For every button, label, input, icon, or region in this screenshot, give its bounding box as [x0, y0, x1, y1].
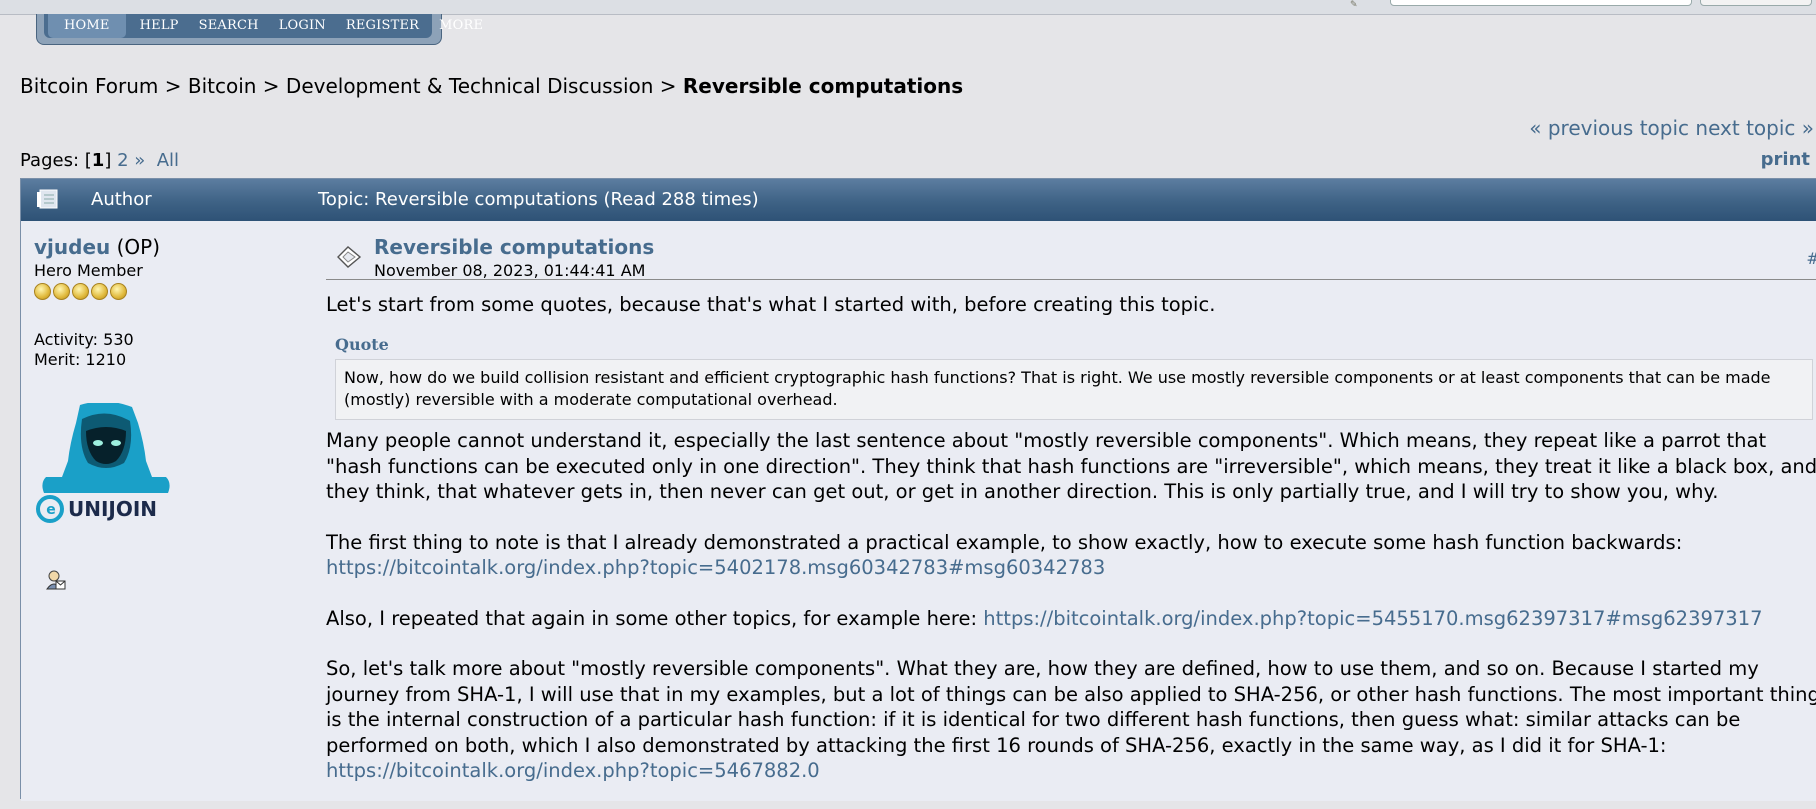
- poster-avatar: e UNIJOIN: [36, 403, 170, 523]
- previous-topic-link[interactable]: « previous topic: [1529, 116, 1689, 140]
- menu-search[interactable]: SEARCH: [189, 14, 269, 38]
- print-link[interactable]: print: [1761, 149, 1810, 170]
- post-paragraph-text: The first thing to note is that I alread…: [326, 530, 1683, 554]
- topic-column-header: Topic: Reversible computations (Read 288…: [318, 189, 759, 210]
- breadcrumb-child-board[interactable]: Development & Technical Discussion: [286, 74, 654, 98]
- svg-text:e: e: [46, 502, 56, 518]
- poster-name-line: vjudeu (OP): [34, 235, 304, 259]
- post-paragraph: Also, I repeated that again in some othe…: [326, 606, 1816, 632]
- quote-header-link[interactable]: Quote: [335, 332, 1816, 358]
- breadcrumb-separator: >: [262, 74, 280, 98]
- pages-label: Pages:: [20, 150, 80, 171]
- all-pages-link[interactable]: All: [157, 150, 179, 171]
- post-body: Let's start from some quotes, because th…: [326, 292, 1816, 784]
- star-icon: [53, 283, 70, 300]
- post-link[interactable]: https://bitcointalk.org/index.php?topic=…: [326, 759, 820, 782]
- poster-merit: Merit: 1210: [34, 350, 127, 369]
- star-icon: [34, 283, 51, 300]
- main-menu: HOME HELP SEARCH LOGIN REGISTER MORE: [36, 14, 483, 45]
- menu-register[interactable]: REGISTER: [336, 14, 429, 38]
- table-header: Author Topic: Reversible computations (R…: [21, 179, 1816, 221]
- message-icon: [337, 246, 362, 268]
- post-link[interactable]: https://bitcointalk.org/index.php?topic=…: [983, 607, 1762, 630]
- poster-username-link[interactable]: vjudeu: [34, 235, 110, 259]
- svg-text:UNIJOIN: UNIJOIN: [68, 497, 157, 521]
- post-header: Reversible computations November 08, 202…: [326, 235, 1816, 280]
- star-icon: [72, 283, 89, 300]
- topic-document-icon: [37, 189, 58, 209]
- post-title-link[interactable]: Reversible computations: [374, 235, 654, 259]
- menu-login[interactable]: LOGIN: [269, 14, 336, 38]
- poster-activity: Activity: 530: [34, 330, 134, 349]
- send-pm-icon[interactable]: [44, 569, 66, 591]
- post-date: November 08, 2023, 01:44:41 AM: [374, 261, 646, 280]
- pencil-icon: ✎: [1350, 0, 1358, 10]
- topic-table: Author Topic: Reversible computations (R…: [20, 178, 1816, 801]
- post-paragraph-text: Also, I repeated that again in some othe…: [326, 606, 978, 630]
- next-page-link[interactable]: »: [134, 150, 145, 171]
- menu-home[interactable]: HOME: [48, 14, 126, 38]
- star-icon: [91, 283, 108, 300]
- poster-info: vjudeu (OP) Hero Member Activity: 530 Me…: [34, 235, 304, 590]
- post-row: vjudeu (OP) Hero Member Activity: 530 Me…: [21, 221, 1816, 801]
- next-topic-link[interactable]: next topic »: [1695, 116, 1814, 140]
- post-intro: Let's start from some quotes, because th…: [326, 293, 1216, 316]
- post: Reversible computations November 08, 202…: [326, 235, 1816, 809]
- post-paragraph-text: So, let's talk more about "mostly revers…: [326, 657, 1816, 757]
- page-2-link[interactable]: 2: [117, 150, 128, 171]
- star-icon: [110, 283, 127, 300]
- pagination: Pages: [1] 2 » All: [20, 150, 180, 171]
- post-link[interactable]: https://bitcointalk.org/index.php?topic=…: [326, 556, 1105, 579]
- current-page: 1: [91, 150, 105, 171]
- op-badge: (OP): [116, 235, 161, 259]
- post-paragraph: Many people cannot understand it, especi…: [326, 429, 1816, 503]
- search-box[interactable]: [1390, 0, 1692, 6]
- author-column-header: Author: [91, 189, 152, 210]
- breadcrumb-forum[interactable]: Bitcoin Forum: [20, 74, 158, 98]
- poster-rank: Hero Member: [34, 261, 143, 280]
- breadcrumb: Bitcoin Forum > Bitcoin > Development & …: [20, 74, 963, 98]
- post-paragraph: So, let's talk more about "mostly revers…: [326, 656, 1816, 784]
- quote-box: Now, how do we build collision resistant…: [335, 359, 1813, 420]
- post-number-link[interactable]: #1: [1806, 249, 1816, 268]
- main-menu-bar: HOME HELP SEARCH LOGIN REGISTER MORE: [44, 14, 483, 38]
- topic-navigation: « previous topic next topic »: [1529, 116, 1814, 140]
- breadcrumb-board[interactable]: Bitcoin: [188, 74, 257, 98]
- breadcrumb-separator: >: [659, 74, 677, 98]
- search-button[interactable]: [1700, 0, 1812, 6]
- post-paragraph: The first thing to note is that I alread…: [326, 530, 1816, 581]
- breadcrumb-topic[interactable]: Reversible computations: [683, 74, 963, 98]
- breadcrumb-separator: >: [164, 74, 182, 98]
- menu-more[interactable]: MORE: [429, 14, 493, 38]
- top-strip: ✎: [0, 0, 1816, 15]
- rank-stars: [34, 283, 304, 300]
- menu-help[interactable]: HELP: [130, 14, 189, 38]
